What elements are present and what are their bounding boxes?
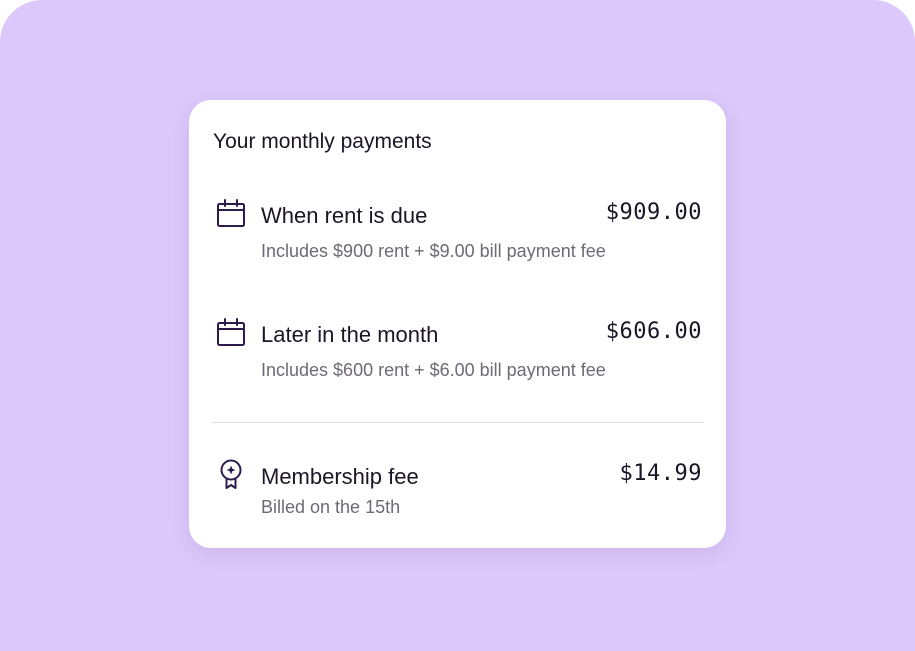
payment-label: Later in the month bbox=[261, 322, 439, 347]
membership-detail: Billed on the 15th bbox=[261, 497, 401, 517]
payment-label: When rent is due bbox=[261, 203, 428, 228]
section-divider bbox=[212, 422, 703, 423]
award-ribbon-icon bbox=[220, 459, 242, 489]
payment-amount: $909.00 bbox=[605, 200, 702, 225]
calendar-icon bbox=[217, 199, 245, 227]
payment-detail: Includes $600 rent + $6.00 bill payment … bbox=[261, 360, 606, 380]
card-title: Your monthly payments bbox=[213, 130, 432, 153]
calendar-icon bbox=[217, 318, 245, 346]
membership-amount: $14.99 bbox=[619, 461, 702, 486]
membership-label: Membership fee bbox=[261, 464, 419, 489]
payment-amount: $606.00 bbox=[605, 319, 702, 344]
payment-detail: Includes $900 rent + $9.00 bill payment … bbox=[261, 241, 606, 261]
monthly-payments-card: Your monthly payments When rent is due $… bbox=[189, 100, 726, 548]
